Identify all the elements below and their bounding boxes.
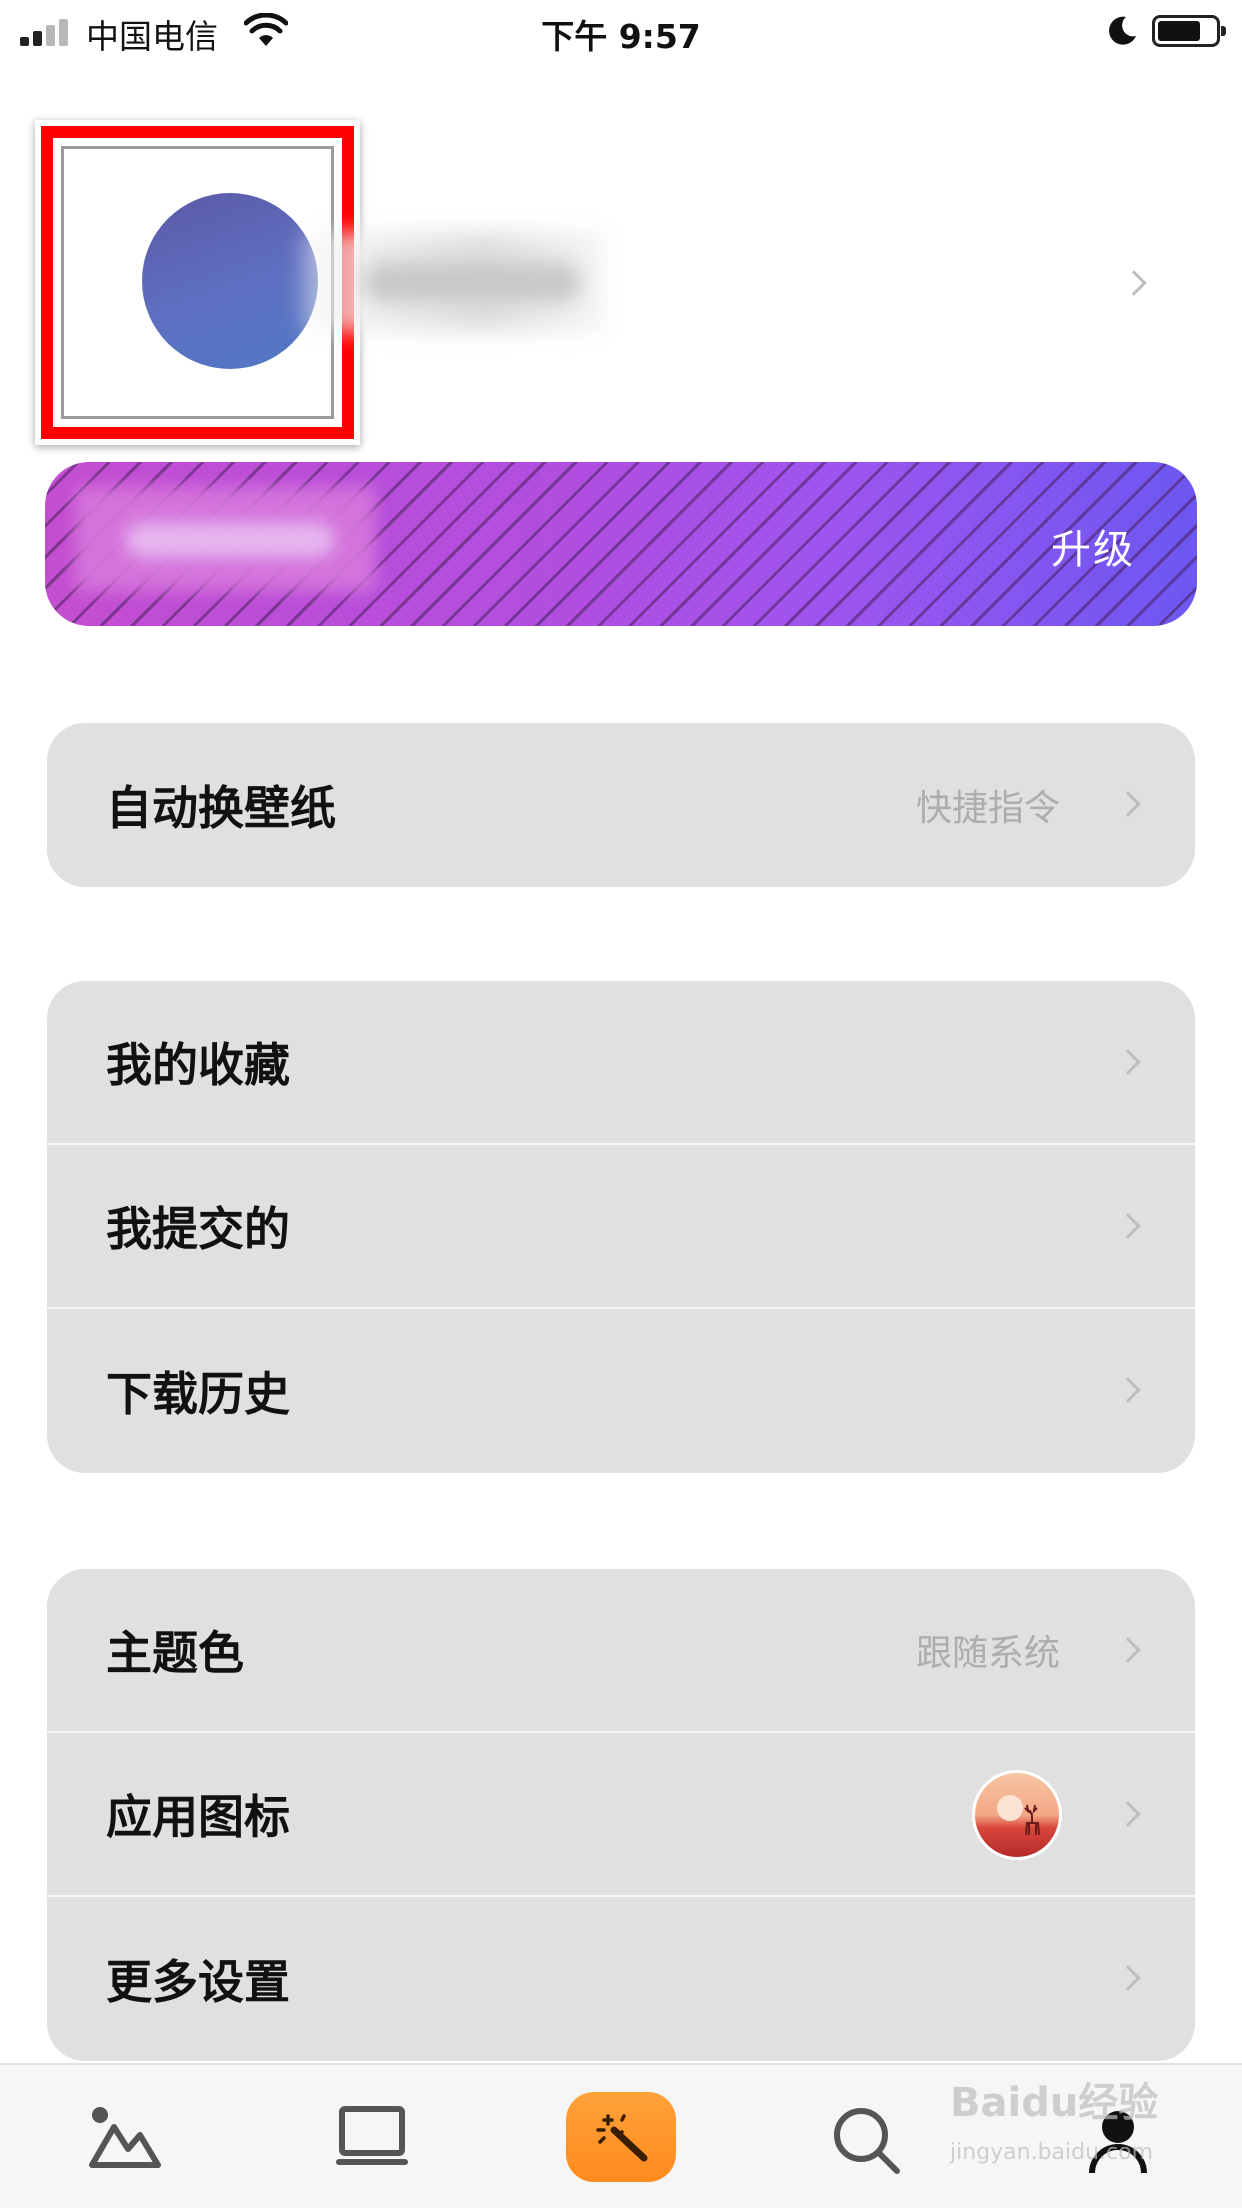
search-tab-icon xyxy=(834,2108,900,2174)
app-icon-preview xyxy=(972,1770,1062,1860)
row-value: 跟随系统 xyxy=(915,1633,1060,1674)
settings-group-wallpaper: 自动换壁纸 快捷指令 xyxy=(47,723,1195,887)
magic-wand-tab-icon xyxy=(596,2114,648,2162)
row-label: 我提交的 xyxy=(106,1202,290,1256)
vip-status-blurred xyxy=(75,487,375,591)
tab-search[interactable] xyxy=(787,2065,947,2208)
settings-group-appearance: 主题色 跟随系统 应用图标 更多设置 xyxy=(47,1569,1195,2061)
settings-group-library: 我的收藏 我提交的 下载历史 xyxy=(47,981,1195,1473)
upgrade-button[interactable]: 升级 xyxy=(1051,517,1135,575)
chevron-right-icon xyxy=(1115,791,1141,817)
status-bar: 中国电信 下午 9:57 xyxy=(0,0,1242,64)
row-label: 应用图标 xyxy=(106,1790,290,1844)
profile-page: 中国电信 下午 9:57 升级 自动换壁纸 快捷指令 我的收藏 我提交的 下载历… xyxy=(0,0,1242,2208)
tab-magic[interactable] xyxy=(541,2065,701,2208)
do-not-disturb-icon xyxy=(1109,16,1136,45)
row-theme-color[interactable]: 主题色 跟随系统 xyxy=(47,1569,1195,1733)
row-value: 快捷指令 xyxy=(915,788,1060,829)
chevron-right-icon xyxy=(1121,270,1147,296)
baidu-watermark: Baidu经验 jingyan.baidu.com xyxy=(950,2080,1159,2165)
chevron-right-icon xyxy=(1115,1049,1141,1075)
chevron-right-icon xyxy=(1115,1801,1141,1827)
chevron-right-icon xyxy=(1115,1377,1141,1403)
tab-wallpaper[interactable] xyxy=(45,2065,205,2208)
desktop-tab-icon xyxy=(336,2106,408,2165)
clock: 下午 9:57 xyxy=(541,17,701,56)
vip-banner[interactable]: 升级 xyxy=(45,462,1197,626)
row-more-settings[interactable]: 更多设置 xyxy=(47,1897,1195,2061)
row-label: 主题色 xyxy=(106,1626,244,1680)
row-app-icon[interactable]: 应用图标 xyxy=(47,1733,1195,1897)
avatar[interactable] xyxy=(142,193,318,369)
row-label: 自动换壁纸 xyxy=(106,781,336,835)
row-submitted[interactable]: 我提交的 xyxy=(47,1145,1195,1309)
row-label: 下载历史 xyxy=(106,1367,290,1421)
username-blurred xyxy=(302,232,605,332)
row-favorites[interactable]: 我的收藏 xyxy=(47,981,1195,1145)
row-label: 更多设置 xyxy=(106,1955,290,2009)
chevron-right-icon xyxy=(1115,1965,1141,1991)
tab-desktop[interactable] xyxy=(292,2065,452,2208)
row-auto-wallpaper[interactable]: 自动换壁纸 快捷指令 xyxy=(47,723,1195,887)
profile-header[interactable] xyxy=(0,120,1242,445)
battery-icon xyxy=(1152,15,1226,47)
wallpaper-tab-icon xyxy=(89,2107,161,2168)
chevron-right-icon xyxy=(1115,1213,1141,1239)
deer-icon xyxy=(1024,1804,1040,1836)
row-label: 我的收藏 xyxy=(106,1038,290,1092)
row-download-history[interactable]: 下载历史 xyxy=(47,1309,1195,1473)
chevron-right-icon xyxy=(1115,1637,1141,1663)
